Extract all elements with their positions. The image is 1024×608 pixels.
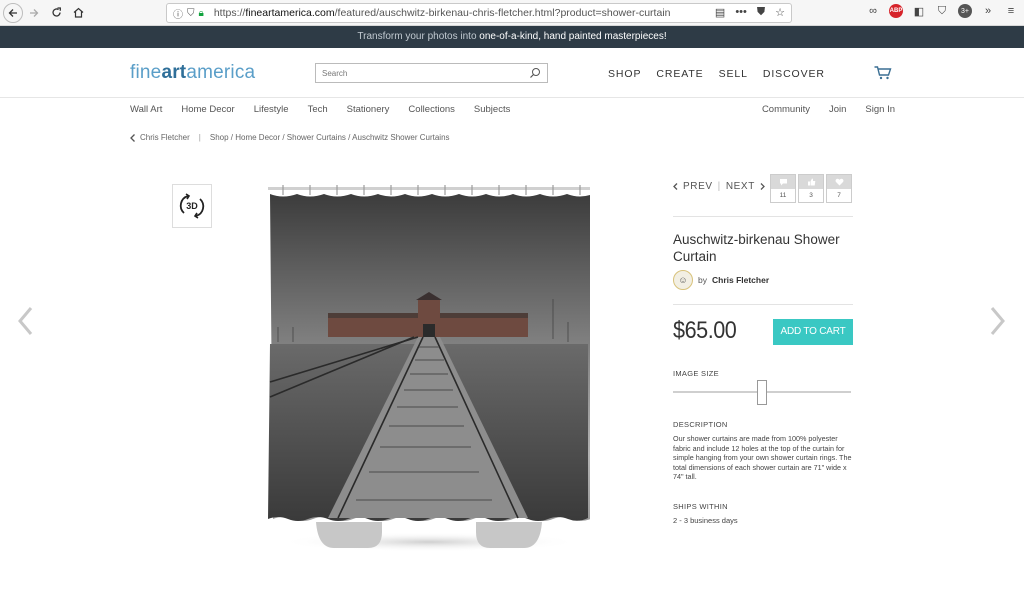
favorites-count: 7 — [837, 192, 841, 199]
product-price: $65.00 — [673, 317, 737, 344]
image-size-label: IMAGE SIZE — [673, 369, 719, 378]
chevron-left-icon — [673, 183, 678, 190]
view-3d-button[interactable]: 3D — [172, 184, 212, 228]
breadcrumb: Chris Fletcher | Shop / Home Decor / Sho… — [130, 133, 450, 142]
home-icon — [73, 7, 83, 18]
search-placeholder: Search — [322, 68, 348, 78]
mask-icon[interactable]: ∞ — [866, 4, 880, 18]
arrow-left-icon — [8, 8, 17, 17]
product-image[interactable] — [268, 182, 593, 552]
shower-curtain-image — [268, 185, 593, 552]
site-logo[interactable]: fineartamerica — [130, 62, 255, 84]
overflow-menu-icon[interactable]: » — [981, 4, 995, 18]
url-text: https://fineartamerica.com/featured/ausc… — [213, 7, 671, 19]
lock-icon: 🔒︎ — [198, 7, 204, 19]
subnav-wall-art[interactable]: Wall Art — [130, 104, 162, 115]
description-label: DESCRIPTION — [673, 420, 728, 429]
prev-next-nav: PREV | NEXT — [673, 181, 765, 192]
subnav-community[interactable]: Community — [762, 104, 810, 115]
reload-button[interactable] — [45, 2, 67, 24]
likes-count: 3 — [809, 192, 813, 199]
add-to-cart-button[interactable]: ADD TO CART — [773, 319, 853, 345]
extension-toolbar: ∞ ABP ◧ ⛉ 3+ » ≡ — [866, 4, 1018, 18]
browser-toolbar: ⓘ ⛉ 🔒︎ https://fineartamerica.com/featur… — [0, 0, 1024, 26]
nav-sell[interactable]: SELL — [719, 68, 748, 80]
subnav-home-decor[interactable]: Home Decor — [181, 104, 234, 115]
product-title: Auschwitz-birkenau Shower Curtain — [673, 232, 840, 264]
comments-button[interactable]: 11 — [770, 174, 796, 203]
promo-highlight[interactable]: one-of-a-kind, hand painted masterpieces… — [479, 31, 666, 42]
subnav-join[interactable]: Join — [829, 104, 846, 115]
main-nav: SHOP CREATE SELL DISCOVER — [608, 68, 825, 80]
sidebar-icon[interactable]: ◧ — [912, 4, 926, 18]
site-header: fineartamerica Search SHOP CREATE SELL D… — [0, 48, 1024, 98]
ships-within-value: 2 - 3 business days — [673, 516, 738, 525]
bookmark-star-icon[interactable]: ☆ — [775, 6, 785, 19]
forward-button[interactable] — [23, 2, 45, 24]
reader-view-icon[interactable]: ▤ — [715, 6, 725, 19]
privacy-icon[interactable]: ⛉ — [935, 4, 949, 18]
hamburger-menu-icon[interactable]: ≡ — [1004, 4, 1018, 18]
chevron-left-icon — [130, 133, 135, 142]
prev-link[interactable]: PREV — [683, 181, 713, 192]
category-nav: Wall Art Home Decor Lifestyle Tech Stati… — [0, 98, 1024, 123]
view-3d-label: 3D — [186, 201, 198, 211]
search-icon[interactable] — [529, 67, 541, 79]
nav-discover[interactable]: DISCOVER — [763, 68, 825, 80]
subnav-lifestyle[interactable]: Lifestyle — [254, 104, 289, 115]
next-link[interactable]: NEXT — [726, 181, 755, 192]
subnav-collections[interactable]: Collections — [408, 104, 454, 115]
subnav-subjects[interactable]: Subjects — [474, 104, 510, 115]
nav-create[interactable]: CREATE — [656, 68, 703, 80]
likes-button[interactable]: 3 — [798, 174, 824, 203]
arrow-right-icon — [30, 8, 39, 17]
cart-icon[interactable] — [874, 66, 892, 80]
url-actions: ▤ ••• ⛊ ☆ — [715, 6, 785, 19]
comments-count: 11 — [779, 192, 787, 199]
adblock-icon[interactable]: ABP — [889, 4, 903, 18]
thumbs-up-icon — [807, 178, 815, 186]
shield-icon: ⛉ — [187, 7, 195, 19]
image-size-slider-handle[interactable] — [757, 380, 767, 405]
prev-next-divider: | — [717, 181, 721, 192]
promo-text: Transform your photos into — [357, 31, 480, 42]
pocket-icon[interactable]: ⛊ — [757, 6, 765, 19]
previous-image-arrow-icon[interactable] — [17, 306, 33, 336]
back-button[interactable] — [3, 2, 23, 23]
search-input[interactable]: Search — [315, 63, 548, 83]
more-actions-icon[interactable]: ••• — [735, 6, 747, 19]
extension-badge-icon[interactable]: 3+ — [958, 4, 972, 18]
subnav-stationery[interactable]: Stationery — [347, 104, 390, 115]
chevron-right-icon — [760, 183, 765, 190]
artist-avatar[interactable]: ☺ — [673, 270, 693, 290]
product-description: Our shower curtains are made from 100% p… — [673, 434, 852, 482]
ships-within-label: SHIPS WITHIN — [673, 502, 728, 511]
divider — [673, 216, 853, 217]
breadcrumb-separator: | — [198, 133, 201, 142]
rotate-3d-icon: 3D — [179, 193, 205, 219]
next-image-arrow-icon[interactable] — [990, 306, 1006, 336]
info-icon: ⓘ — [173, 9, 183, 21]
favorites-button[interactable]: 7 — [826, 174, 852, 203]
by-label: by — [698, 275, 707, 285]
heart-icon — [835, 178, 843, 186]
subnav-tech[interactable]: Tech — [308, 104, 328, 115]
artist-name-link[interactable]: Chris Fletcher — [712, 275, 769, 285]
url-bar[interactable]: ⓘ ⛉ 🔒︎ https://fineartamerica.com/featur… — [166, 3, 792, 23]
breadcrumb-path[interactable]: Shop / Home Decor / Shower Curtains / Au… — [210, 133, 450, 142]
artist-byline: ☺ by Chris Fletcher — [673, 270, 769, 290]
breadcrumb-artist[interactable]: Chris Fletcher — [140, 133, 190, 142]
comment-icon — [779, 179, 787, 186]
divider — [673, 304, 853, 305]
subnav-sign-in[interactable]: Sign In — [865, 104, 895, 115]
home-button[interactable] — [67, 2, 89, 24]
reload-icon — [51, 7, 61, 17]
promo-banner[interactable]: Transform your photos into one-of-a-kind… — [0, 26, 1024, 48]
nav-shop[interactable]: SHOP — [608, 68, 641, 80]
